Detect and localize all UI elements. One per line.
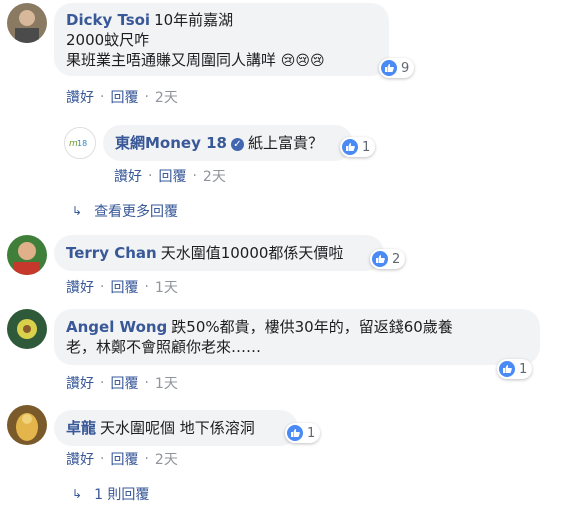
thumbs-up-icon bbox=[499, 361, 515, 377]
comment-text: 紙上富貴？ bbox=[247, 134, 323, 152]
avatar[interactable] bbox=[7, 3, 47, 43]
like-link[interactable]: 讚好 bbox=[66, 277, 94, 297]
timestamp[interactable]: 1天 bbox=[155, 277, 178, 297]
svg-text:18: 18 bbox=[77, 139, 87, 148]
reply-bubble: 東網Money 18 ✓ 紙上富貴？ bbox=[103, 125, 353, 161]
reaction-count[interactable]: 1 bbox=[340, 137, 376, 157]
comment-author[interactable]: Terry Chan bbox=[66, 244, 157, 262]
avatar[interactable]: m 18 bbox=[64, 127, 96, 159]
comment-text: 跌50%都貴，樓供30年的，留返錢60歲養 bbox=[171, 318, 453, 336]
comment-actions: 讚好 · 回覆 · 1天 bbox=[66, 277, 178, 297]
comment-author[interactable]: 東網Money 18 bbox=[115, 134, 227, 152]
view-more-replies-label: 查看更多回覆 bbox=[94, 204, 179, 220]
comment-text: 果班業主唔通賺又周圍同人講咩 bbox=[66, 51, 277, 69]
comment-bubble: Dicky Tsoi 10年前嘉湖 2000蚊尺咋 果班業主唔通賺又周圍同人講咩 … bbox=[54, 3, 389, 76]
reaction-count[interactable]: 1 bbox=[285, 423, 321, 443]
thumbs-up-icon bbox=[381, 60, 397, 76]
comment-author[interactable]: 卓龍 bbox=[66, 419, 96, 437]
reply-link[interactable]: 回覆 bbox=[110, 87, 138, 107]
crying-face-icon: 😢 bbox=[295, 53, 311, 69]
comment-actions: 讚好 · 回覆 · 2天 bbox=[66, 87, 178, 107]
like-link[interactable]: 讚好 bbox=[66, 87, 94, 107]
comment-bubble: Terry Chan 天水圍值10000都係天價啦 bbox=[54, 235, 384, 271]
comment-bubble: 卓龍 天水圍呢個 地下係溶洞 bbox=[54, 410, 298, 446]
verified-check-icon: ✓ bbox=[230, 138, 244, 151]
reaction-number: 1 bbox=[362, 139, 371, 155]
reply-link[interactable]: 回覆 bbox=[158, 166, 186, 186]
avatar-image bbox=[7, 235, 47, 275]
view-more-replies-link[interactable]: ↳ 查看更多回覆 bbox=[72, 201, 178, 221]
money18-logo: m 18 bbox=[65, 128, 95, 158]
comment-text: 天水圍呢個 地下係溶洞 bbox=[100, 419, 255, 437]
comment-actions: 讚好 · 回覆 · 2天 bbox=[114, 166, 226, 186]
reply-arrow-icon: ↳ bbox=[72, 204, 83, 218]
timestamp[interactable]: 2天 bbox=[203, 166, 226, 186]
like-link[interactable]: 讚好 bbox=[114, 166, 142, 186]
comment-actions: 讚好 · 回覆 · 2天 bbox=[66, 449, 178, 469]
reaction-number: 2 bbox=[392, 251, 401, 267]
comment-author[interactable]: Angel Wong bbox=[66, 318, 167, 336]
reply-link[interactable]: 回覆 bbox=[110, 373, 138, 393]
replies-count-label: 1 則回覆 bbox=[94, 487, 150, 503]
timestamp[interactable]: 2天 bbox=[155, 449, 178, 469]
thumbs-up-icon bbox=[372, 251, 388, 267]
reply-link[interactable]: 回覆 bbox=[110, 449, 138, 469]
reaction-number: 9 bbox=[401, 60, 410, 76]
comment-text: 10年前嘉湖 bbox=[154, 11, 234, 29]
thumbs-up-icon bbox=[342, 139, 358, 155]
crying-face-icon: 😢 bbox=[310, 53, 325, 69]
reaction-number: 1 bbox=[519, 361, 528, 377]
like-link[interactable]: 讚好 bbox=[66, 373, 94, 393]
reaction-count[interactable]: 2 bbox=[370, 249, 406, 269]
avatar-image bbox=[7, 309, 47, 349]
thumbs-up-icon bbox=[287, 425, 303, 441]
comment-author[interactable]: Dicky Tsoi bbox=[66, 11, 150, 29]
like-link[interactable]: 讚好 bbox=[66, 449, 94, 469]
avatar[interactable] bbox=[7, 235, 47, 275]
comment-text: 老，林鄭不會照顧你老來…… bbox=[66, 338, 262, 356]
timestamp[interactable]: 2天 bbox=[155, 87, 178, 107]
replies-count-link[interactable]: ↳ 1 則回覆 bbox=[72, 484, 149, 504]
comment-text: 2000蚊尺咋 bbox=[66, 31, 150, 49]
timestamp[interactable]: 1天 bbox=[155, 373, 178, 393]
avatar[interactable] bbox=[7, 309, 47, 349]
reaction-count[interactable]: 1 bbox=[497, 359, 533, 379]
comment-bubble: Angel Wong 跌50%都貴，樓供30年的，留返錢60歲養 老，林鄭不會照顧… bbox=[54, 309, 540, 365]
avatar-image bbox=[7, 3, 47, 43]
avatar[interactable] bbox=[7, 405, 47, 445]
comment-text: 天水圍值10000都係天價啦 bbox=[160, 244, 344, 262]
comment-actions: 讚好 · 回覆 · 1天 bbox=[66, 373, 178, 393]
reaction-number: 1 bbox=[307, 425, 316, 441]
reaction-count[interactable]: 9 bbox=[379, 58, 415, 78]
crying-face-icon: 😢 bbox=[280, 53, 296, 69]
avatar-image bbox=[7, 405, 47, 445]
reply-arrow-icon: ↳ bbox=[72, 487, 83, 501]
reply-link[interactable]: 回覆 bbox=[110, 277, 138, 297]
